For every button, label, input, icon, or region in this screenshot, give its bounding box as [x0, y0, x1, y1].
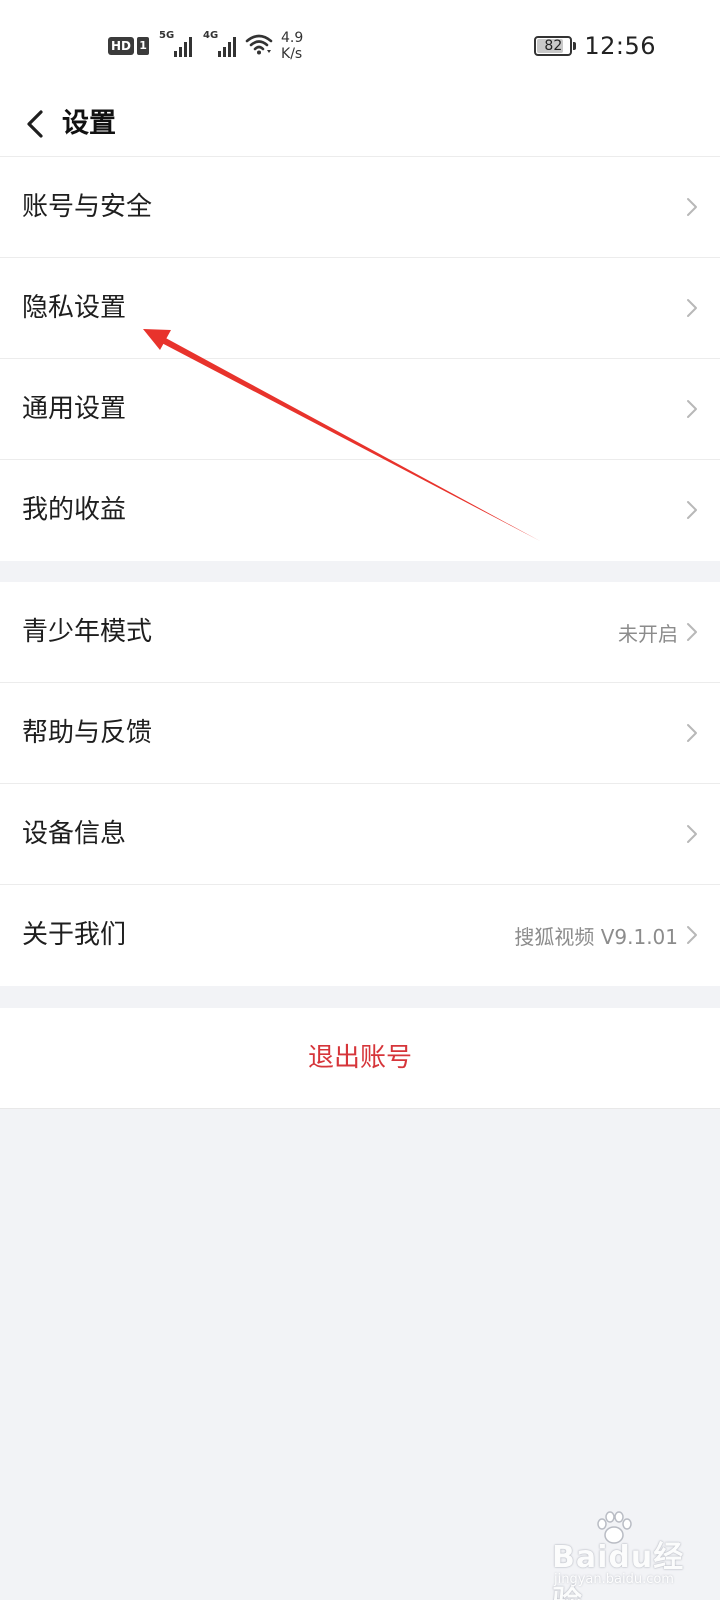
- chevron-right-icon: [687, 724, 697, 742]
- settings-screen: HD 1 5G 4G 4.9 K/s 82 12:56 设置 账号与安全 隐私设…: [0, 0, 720, 1600]
- sim-badge: 1: [137, 37, 150, 55]
- settings-group-misc: 青少年模式 未开启 帮助与反馈 设备信息 关于我们 搜狐视频 V9.1.01: [0, 582, 720, 986]
- settings-item-help-feedback[interactable]: 帮助与反馈: [0, 683, 720, 784]
- signal-4g: 4G: [203, 30, 237, 59]
- settings-item-account-security[interactable]: 账号与安全: [0, 157, 720, 258]
- settings-item-label: 青少年模式: [22, 617, 153, 647]
- watermark-text: Baidu经验: [552, 1540, 685, 1600]
- battery-percent: 82: [544, 38, 563, 54]
- chevron-right-icon: [687, 623, 697, 641]
- settings-item-label: 帮助与反馈: [22, 718, 153, 748]
- settings-item-right: 未开启: [618, 582, 698, 682]
- settings-item-right: [678, 258, 698, 358]
- settings-item-privacy[interactable]: 隐私设置: [0, 258, 720, 359]
- network-label-4g: 4G: [203, 30, 219, 41]
- network-speed-value: 4.9: [281, 30, 304, 46]
- settings-item-device-info[interactable]: 设备信息: [0, 784, 720, 885]
- signal-5g: 5G: [159, 30, 193, 59]
- settings-item-right: 搜狐视频 V9.1.01: [514, 885, 698, 985]
- settings-item-general[interactable]: 通用设置: [0, 359, 720, 460]
- network-speed: 4.9 K/s: [281, 30, 303, 62]
- settings-item-right: [678, 157, 698, 257]
- page-title: 设置: [62, 108, 116, 139]
- settings-item-label: 关于我们: [22, 920, 127, 950]
- youth-mode-status: 未开启: [618, 621, 678, 646]
- hd-badge: HD: [108, 37, 135, 55]
- settings-item-right: [678, 460, 698, 560]
- chevron-right-icon: [687, 400, 697, 418]
- chevron-right-icon: [687, 198, 697, 216]
- nav-header: 设置: [0, 92, 720, 156]
- settings-item-label: 账号与安全: [22, 192, 153, 222]
- settings-item-right: [678, 359, 698, 459]
- status-bar: HD 1 5G 4G 4.9 K/s 82 12:56: [0, 0, 720, 92]
- settings-item-label: 设备信息: [22, 819, 127, 849]
- baidu-watermark: Baidu经验 jingyan.baidu.com: [552, 1511, 702, 1600]
- settings-item-right: [678, 784, 698, 884]
- settings-item-earnings[interactable]: 我的收益: [0, 460, 720, 561]
- settings-item-label: 隐私设置: [22, 293, 127, 323]
- clock: 12:56: [584, 32, 656, 60]
- settings-item-label: 我的收益: [22, 495, 127, 525]
- settings-item-about-us[interactable]: 关于我们 搜狐视频 V9.1.01: [0, 885, 720, 986]
- back-button[interactable]: [14, 102, 58, 146]
- chevron-right-icon: [687, 825, 697, 843]
- battery-icon: 82: [534, 36, 577, 56]
- settings-item-right: [678, 683, 698, 783]
- chevron-right-icon: [687, 501, 697, 519]
- settings-item-youth-mode[interactable]: 青少年模式 未开启: [0, 582, 720, 683]
- status-right: 82 12:56: [534, 30, 656, 62]
- app-version: 搜狐视频 V9.1.01: [514, 924, 678, 949]
- wifi-icon: [245, 33, 273, 59]
- network-label-5g: 5G: [159, 30, 175, 41]
- status-left: HD 1 5G 4G 4.9 K/s: [108, 28, 303, 64]
- settings-group-account: 账号与安全 隐私设置 通用设置 我的收益: [0, 156, 720, 561]
- signal-icon: [218, 37, 237, 57]
- chevron-right-icon: [687, 299, 697, 317]
- signal-icon: [174, 37, 193, 57]
- watermark-subtext: jingyan.baidu.com: [554, 1572, 674, 1587]
- logout-button[interactable]: 退出账号: [0, 1008, 720, 1109]
- network-speed-unit: K/s: [281, 46, 303, 62]
- chevron-right-icon: [687, 926, 697, 944]
- chevron-left-icon: [27, 110, 43, 138]
- settings-item-label: 通用设置: [22, 394, 127, 424]
